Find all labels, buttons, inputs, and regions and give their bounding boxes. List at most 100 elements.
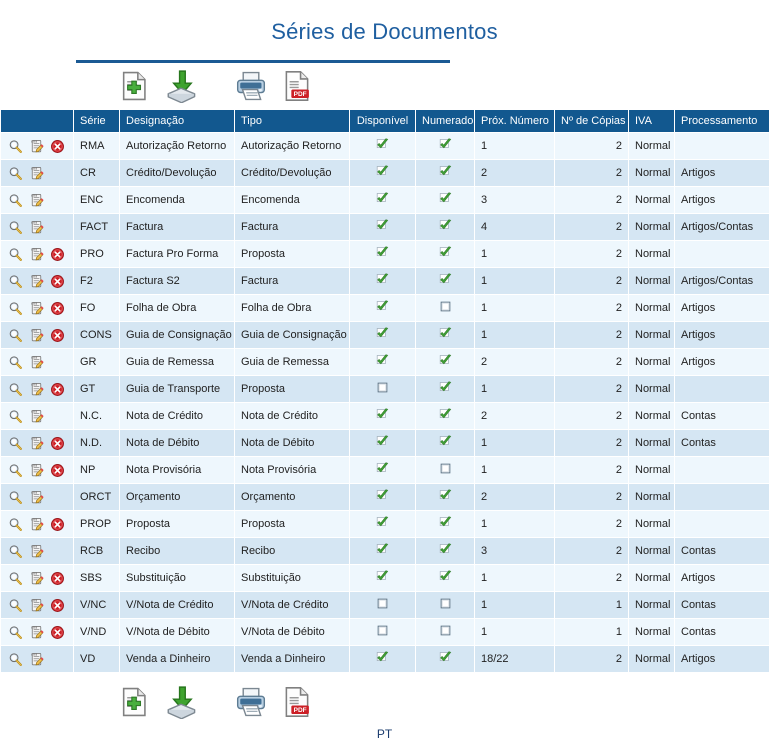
import-button[interactable] (162, 681, 200, 723)
view-row-button[interactable] (7, 138, 24, 155)
view-row-button[interactable] (7, 435, 24, 452)
table-row[interactable]: F2 Factura S2 Factura 1 2 Normal Artigos/Conta… (1, 268, 769, 295)
edit-row-button[interactable] (28, 651, 45, 668)
cell-disponivel[interactable] (350, 484, 415, 511)
view-row-button[interactable] (7, 408, 24, 425)
delete-row-button[interactable] (49, 246, 66, 263)
table-row[interactable]: RMA Autorização Retorno Autorização Retorn… (1, 133, 769, 160)
cell-numerado[interactable] (416, 160, 474, 187)
column-header-serie[interactable]: Série (74, 110, 119, 133)
cell-disponivel[interactable] (350, 187, 415, 214)
view-row-button[interactable] (7, 489, 24, 506)
cell-disponivel[interactable] (350, 565, 415, 592)
cell-numerado[interactable] (416, 457, 474, 484)
edit-row-button[interactable] (28, 597, 45, 614)
view-row-button[interactable] (7, 516, 24, 533)
view-row-button[interactable] (7, 570, 24, 587)
view-row-button[interactable] (7, 597, 24, 614)
table-row[interactable]: GR Guia de Remessa Guia de Remessa 2 2 Normal… (1, 349, 769, 376)
delete-row-button[interactable] (49, 381, 66, 398)
cell-disponivel[interactable] (350, 646, 415, 673)
table-row[interactable]: ORCT Orçamento Orçamento 2 2 Normal (1, 484, 769, 511)
column-header-iva[interactable]: IVA (629, 110, 674, 133)
cell-disponivel[interactable] (350, 268, 415, 295)
cell-numerado[interactable] (416, 295, 474, 322)
edit-row-button[interactable] (28, 165, 45, 182)
view-row-button[interactable] (7, 219, 24, 236)
cell-numerado[interactable] (416, 322, 474, 349)
cell-numerado[interactable] (416, 268, 474, 295)
column-header-processamento[interactable]: Processamento (675, 110, 769, 133)
edit-row-button[interactable] (28, 273, 45, 290)
cell-disponivel[interactable] (350, 241, 415, 268)
table-row[interactable]: N.D. Nota de Débito Nota de Débito 1 2 Normal… (1, 430, 769, 457)
cell-numerado[interactable] (416, 241, 474, 268)
cell-numerado[interactable] (416, 538, 474, 565)
print-button[interactable] (232, 681, 270, 723)
delete-row-button[interactable] (49, 435, 66, 452)
delete-row-button[interactable] (49, 516, 66, 533)
table-row[interactable]: V/NC V/Nota de Crédito V/Nota de Crédito 1 1… (1, 592, 769, 619)
edit-row-button[interactable] (28, 246, 45, 263)
table-row[interactable]: PROP Proposta Proposta 1 2 Normal (1, 511, 769, 538)
cell-numerado[interactable] (416, 646, 474, 673)
cell-disponivel[interactable] (350, 160, 415, 187)
column-header-numerado[interactable]: Numerado (416, 110, 474, 133)
view-row-button[interactable] (7, 273, 24, 290)
cell-disponivel[interactable] (350, 403, 415, 430)
column-header-disponivel[interactable]: Disponível (350, 110, 415, 133)
view-row-button[interactable] (7, 300, 24, 317)
edit-row-button[interactable] (28, 219, 45, 236)
cell-disponivel[interactable] (350, 430, 415, 457)
cell-disponivel[interactable] (350, 322, 415, 349)
edit-row-button[interactable] (28, 138, 45, 155)
cell-disponivel[interactable] (350, 511, 415, 538)
table-row[interactable]: NP Nota Provisória Nota Provisória 1 2 Normal (1, 457, 769, 484)
new-document-button[interactable] (116, 65, 154, 107)
column-header-prox_numero[interactable]: Próx. Número (475, 110, 554, 133)
view-row-button[interactable] (7, 192, 24, 209)
cell-disponivel[interactable] (350, 538, 415, 565)
cell-numerado[interactable] (416, 484, 474, 511)
edit-row-button[interactable] (28, 408, 45, 425)
cell-disponivel[interactable] (350, 592, 415, 619)
table-row[interactable]: FACT Factura Factura 4 2 Normal Artigos/Contas (1, 214, 769, 241)
cell-numerado[interactable] (416, 187, 474, 214)
cell-disponivel[interactable] (350, 214, 415, 241)
delete-row-button[interactable] (49, 138, 66, 155)
delete-row-button[interactable] (49, 273, 66, 290)
edit-row-button[interactable] (28, 516, 45, 533)
cell-disponivel[interactable] (350, 376, 415, 403)
view-row-button[interactable] (7, 165, 24, 182)
export-pdf-button[interactable]: PDF (278, 65, 316, 107)
cell-numerado[interactable] (416, 592, 474, 619)
export-pdf-button[interactable]: PDF (278, 681, 316, 723)
import-button[interactable] (162, 65, 200, 107)
view-row-button[interactable] (7, 327, 24, 344)
view-row-button[interactable] (7, 354, 24, 371)
view-row-button[interactable] (7, 246, 24, 263)
table-row[interactable]: CONS Guia de Consignação Guia de Consignaç… (1, 322, 769, 349)
table-row[interactable]: GT Guia de Transporte Proposta 1 2 Normal (1, 376, 769, 403)
table-row[interactable]: ENC Encomenda Encomenda 3 2 Normal Artigos (1, 187, 769, 214)
delete-row-button[interactable] (49, 624, 66, 641)
table-row[interactable]: V/ND V/Nota de Débito V/Nota de Débito 1 1 No… (1, 619, 769, 646)
edit-row-button[interactable] (28, 570, 45, 587)
edit-row-button[interactable] (28, 462, 45, 479)
view-row-button[interactable] (7, 381, 24, 398)
column-header-designacao[interactable]: Designação (120, 110, 234, 133)
view-row-button[interactable] (7, 462, 24, 479)
cell-disponivel[interactable] (350, 457, 415, 484)
cell-numerado[interactable] (416, 565, 474, 592)
cell-numerado[interactable] (416, 376, 474, 403)
cell-numerado[interactable] (416, 133, 474, 160)
edit-row-button[interactable] (28, 192, 45, 209)
table-row[interactable]: SBS Substituição Substituição 1 2 Normal Artig… (1, 565, 769, 592)
cell-numerado[interactable] (416, 349, 474, 376)
cell-disponivel[interactable] (350, 133, 415, 160)
delete-row-button[interactable] (49, 462, 66, 479)
edit-row-button[interactable] (28, 381, 45, 398)
print-button[interactable] (232, 65, 270, 107)
cell-numerado[interactable] (416, 403, 474, 430)
delete-row-button[interactable] (49, 300, 66, 317)
